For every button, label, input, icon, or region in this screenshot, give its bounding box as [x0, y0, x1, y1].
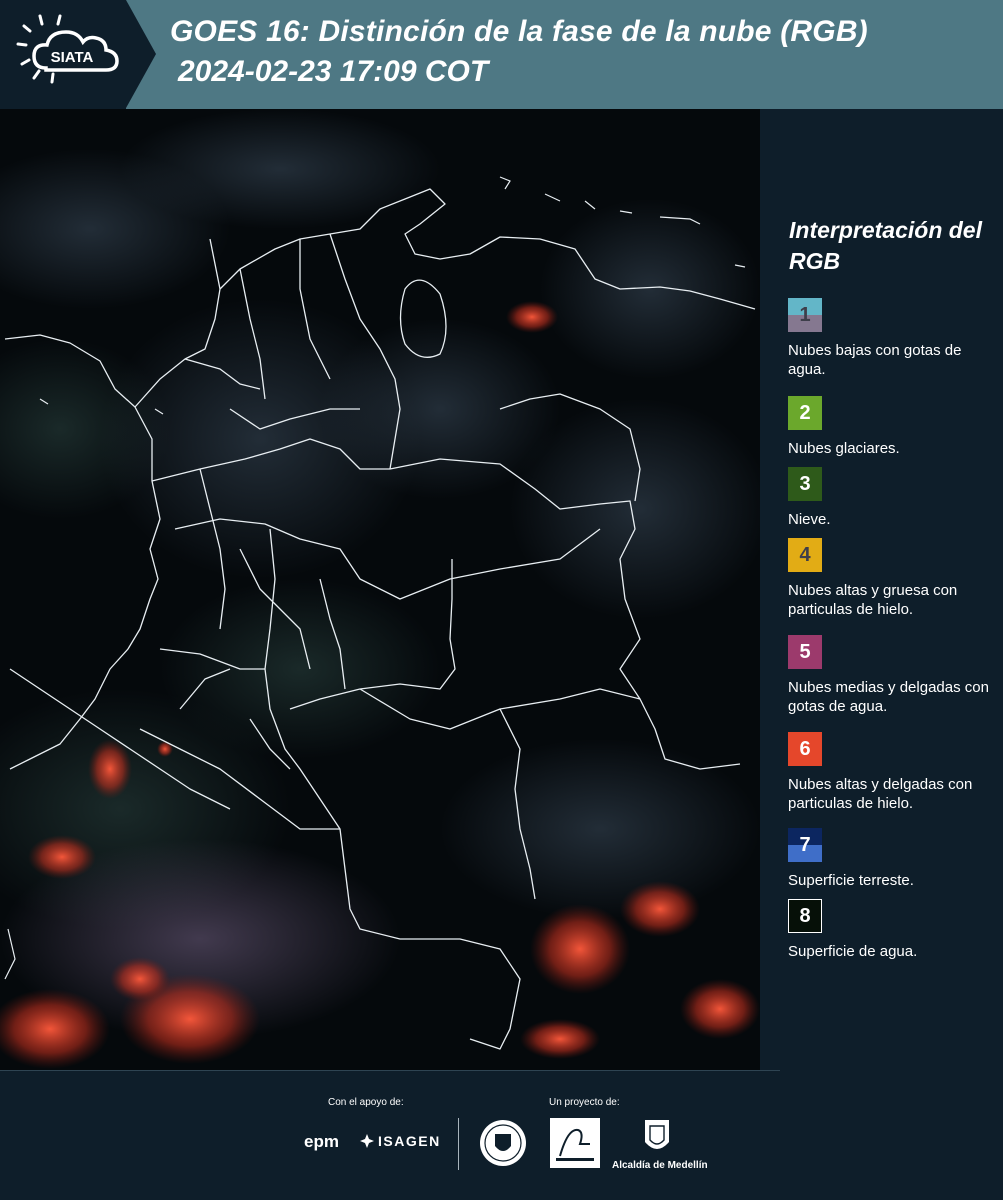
logo-text: SIATA [51, 49, 94, 66]
isagen-mark-icon [360, 1134, 374, 1148]
legend-number: 4 [799, 543, 811, 566]
map-image [0, 109, 760, 1069]
legend-item-7: 7 Superficie terreste. [788, 828, 998, 890]
legend-title: Interpretación del RGB [789, 217, 982, 274]
legend-item-8: 8 Superficie de agua. [788, 899, 998, 961]
legend-label: Nubes altas y gruesa con particulas de h… [788, 582, 958, 618]
legend-swatch-3: 3 [788, 467, 822, 501]
legend-item-4: 4 Nubes altas y gruesa con particulas de … [788, 538, 998, 619]
page-title: GOES 16: Distinción de la fase de la nub… [170, 15, 868, 48]
legend-label: Nubes bajas con gotas de agua. [788, 342, 962, 378]
legend-label: Nubes medias y delgadas con gotas de agu… [788, 679, 989, 715]
siata-logo: SIATA [16, 14, 119, 84]
legend-label: Superficie terreste. [788, 872, 914, 889]
legend-swatch-7: 7 [788, 828, 822, 862]
project-label: Un proyecto de: [549, 1097, 620, 1108]
university-seal-logo [480, 1120, 526, 1166]
legend-swatch-4: 4 [788, 538, 822, 572]
legend-number: 1 [799, 303, 811, 326]
legend-number: 5 [799, 640, 811, 663]
legend-number: 2 [799, 401, 811, 424]
legend-swatch-8: 8 [788, 899, 822, 933]
legend-swatch-2: 2 [788, 396, 822, 430]
legend-number: 3 [799, 472, 811, 495]
legend-panel: Interpretación del RGB 1 Nubes bajas con … [760, 109, 1003, 1070]
area-metropolitana-logo [550, 1118, 600, 1168]
legend-number: 7 [799, 833, 811, 856]
legend-swatch-5: 5 [788, 635, 822, 669]
legend-number: 8 [799, 904, 811, 927]
logo-arrow-shape [126, 0, 156, 108]
legend-label: Nieve. [788, 511, 831, 528]
isagen-label: ISAGEN [378, 1133, 441, 1149]
alcaldia-label: Alcaldía de Medellín [612, 1160, 708, 1171]
legend-item-1: 1 Nubes bajas con gotas de agua. [788, 298, 998, 379]
footer-separator [0, 1070, 780, 1071]
legend-item-5: 5 Nubes medias y delgadas con gotas de ag… [788, 635, 998, 716]
legend-label: Nubes glaciares. [788, 440, 900, 457]
page-subtitle-timestamp: 2024-02-23 17:09 COT [178, 55, 489, 88]
legend-label: Superficie de agua. [788, 943, 918, 960]
legend-swatch-1: 1 [788, 298, 822, 332]
alcaldia-shield-logo [645, 1120, 669, 1149]
legend-item-2: 2 Nubes glaciares. [788, 396, 998, 458]
legend-item-6: 6 Nubes altas y delgadas con particulas d… [788, 732, 998, 813]
legend-item-3: 3 Nieve. [788, 467, 998, 529]
legend-number: 6 [799, 737, 811, 760]
legend-swatch-6: 6 [788, 732, 822, 766]
header-bar: SIATA GOES 16: Distinción de la fase de … [0, 0, 1003, 109]
sponsor-logo-isagen: ISAGEN [360, 1133, 441, 1149]
satellite-map [0, 109, 760, 1070]
footer: Con el apoyo de: Un proyecto de: epm ISA… [0, 1070, 1003, 1200]
legend-label: Nubes altas y delgadas con particulas de… [788, 776, 973, 812]
footer-divider [458, 1118, 459, 1170]
sponsor-logo-epm: epm [304, 1132, 339, 1151]
support-label: Con el apoyo de: [328, 1097, 404, 1108]
logo-block: SIATA [0, 0, 126, 109]
